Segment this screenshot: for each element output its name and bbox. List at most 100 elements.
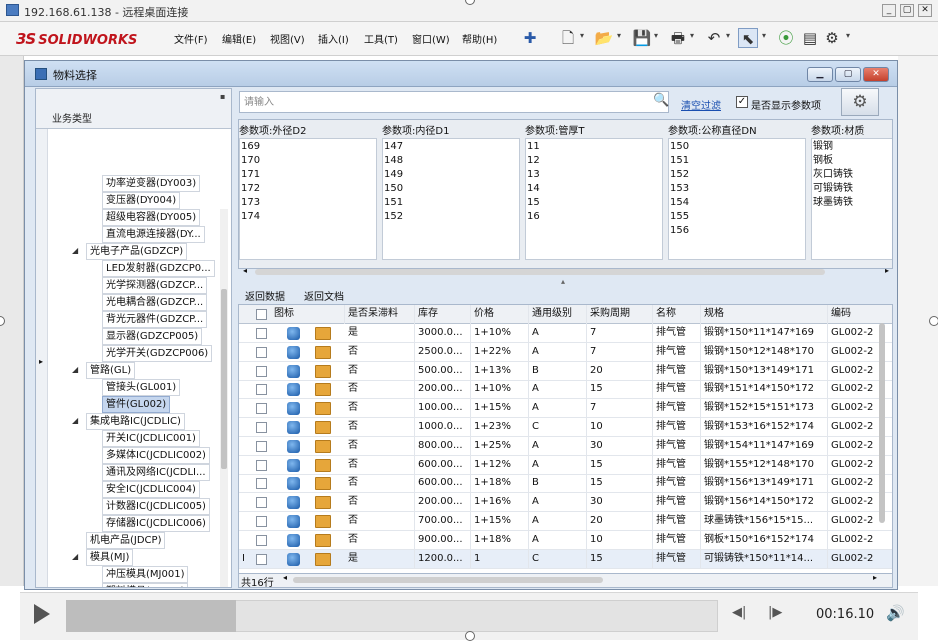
param-value-item[interactable]: 149 bbox=[384, 168, 403, 181]
chevron-down-icon[interactable]: ▾ bbox=[580, 31, 584, 40]
open-folder-icon[interactable]: 📂 bbox=[594, 28, 614, 48]
volume-icon[interactable]: 🔊 bbox=[886, 604, 905, 622]
search-input[interactable] bbox=[242, 94, 642, 110]
tree-node[interactable]: 管件(GL002) bbox=[102, 396, 171, 413]
part-3d-icon[interactable] bbox=[287, 533, 300, 547]
menu-edit[interactable]: 编辑(E) bbox=[222, 31, 256, 46]
menu-tools[interactable]: 工具(T) bbox=[364, 31, 398, 46]
show-params-checkbox[interactable]: ✓ bbox=[736, 96, 748, 108]
tree-node[interactable]: 变压器(DY004) bbox=[102, 192, 181, 209]
row-checkbox[interactable] bbox=[256, 497, 267, 509]
next-frame-icon[interactable]: |▶ bbox=[768, 605, 782, 620]
dialog-minimize-button[interactable]: ▁ bbox=[807, 67, 833, 82]
undo-icon[interactable]: ↶ bbox=[704, 28, 724, 48]
row-checkbox[interactable] bbox=[256, 478, 267, 490]
tree-node[interactable]: 光电子产品(GDZCP) bbox=[86, 243, 188, 260]
table-row[interactable]: I 是 1200.0... 1 C 15 排气管 可锻铸铁*150*11*14... GL002… bbox=[239, 549, 892, 569]
tree-expander-icon[interactable]: ◢ bbox=[72, 416, 78, 425]
column-header[interactable]: 库存 bbox=[415, 305, 471, 324]
dialog-close-button[interactable]: ✕ bbox=[863, 67, 889, 82]
chevron-down-icon[interactable]: ▾ bbox=[762, 31, 766, 40]
menu-insert[interactable]: 插入(I) bbox=[318, 31, 349, 46]
param-value-item[interactable]: 可锻铸铁 bbox=[813, 182, 853, 195]
menu-window[interactable]: 窗口(W) bbox=[412, 31, 450, 46]
param-value-item[interactable]: 150 bbox=[670, 140, 689, 153]
chevron-down-icon[interactable]: ▾ bbox=[654, 31, 658, 40]
resize-handle[interactable] bbox=[929, 316, 938, 326]
param-value-item[interactable]: 171 bbox=[241, 168, 260, 181]
column-header[interactable]: 通用级别 bbox=[529, 305, 587, 324]
param-value-item[interactable]: 12 bbox=[527, 154, 540, 167]
param-value-item[interactable]: 15 bbox=[527, 196, 540, 209]
param-value-item[interactable]: 152 bbox=[384, 210, 403, 223]
scroll-left-icon[interactable]: ◂ bbox=[243, 266, 247, 275]
select-all-checkbox[interactable] bbox=[256, 309, 267, 320]
tree-node[interactable]: 多媒体IC(JCDLIC002) bbox=[102, 447, 210, 464]
tree-node[interactable]: 计数器IC(JCDLIC005) bbox=[102, 498, 210, 515]
search-box[interactable] bbox=[239, 91, 669, 113]
tree-node[interactable]: 模具(MJ) bbox=[86, 549, 134, 566]
part-3d-icon[interactable] bbox=[287, 439, 300, 453]
param-value-item[interactable]: 147 bbox=[384, 140, 403, 153]
row-checkbox[interactable] bbox=[256, 459, 267, 471]
param-value-item[interactable]: 153 bbox=[670, 182, 689, 195]
param-value-item[interactable]: 148 bbox=[384, 154, 403, 167]
previous-frame-icon[interactable]: ◀| bbox=[732, 605, 746, 620]
param-value-item[interactable]: 球墨铸铁 bbox=[813, 196, 853, 209]
part-3d-icon[interactable] bbox=[287, 458, 300, 472]
chevron-down-icon[interactable]: ▾ bbox=[846, 31, 850, 40]
tree-node[interactable]: 直流电源连接器(DY... bbox=[102, 226, 205, 243]
settings-gear-button[interactable]: ⚙ bbox=[841, 88, 879, 116]
tree-node[interactable]: 机电产品(JDCP) bbox=[86, 532, 166, 549]
folder-icon[interactable] bbox=[315, 327, 331, 340]
row-checkbox[interactable] bbox=[256, 384, 267, 396]
tree-node[interactable]: 管路(GL) bbox=[86, 362, 136, 379]
column-header[interactable]: 规格 bbox=[701, 305, 828, 324]
param-value-item[interactable]: 14 bbox=[527, 182, 540, 195]
column-header[interactable]: 编码 bbox=[828, 305, 892, 324]
return-data-link[interactable]: 返回数据 bbox=[245, 288, 285, 303]
chevron-down-icon[interactable]: ▾ bbox=[690, 31, 694, 40]
table-vertical-scrollbar-thumb[interactable] bbox=[879, 323, 885, 523]
table-row[interactable]: 是 3000.0... 1+10% A 7 排气管 锻钢*150*11*147*169 GL0… bbox=[239, 324, 892, 343]
tree-node[interactable]: 显示器(GDZCP005) bbox=[102, 328, 203, 345]
tree-node[interactable]: 冲压模具(MJ001) bbox=[102, 566, 189, 583]
param-value-list[interactable]: 11 12 13 14 15 16 bbox=[525, 138, 663, 260]
part-3d-icon[interactable] bbox=[287, 552, 300, 566]
row-checkbox[interactable] bbox=[256, 422, 267, 433]
param-value-item[interactable]: 152 bbox=[670, 168, 689, 181]
options-gear-icon[interactable]: ⚙ bbox=[822, 28, 842, 48]
part-3d-icon[interactable] bbox=[287, 327, 300, 340]
column-header[interactable]: 采购周期 bbox=[587, 305, 653, 324]
tree-node[interactable]: 集成电路IC(JCDLIC) bbox=[86, 413, 185, 430]
table-row[interactable]: 否 100.00... 1+15% A 7 排气管 锻钢*152*15*151*173 GL0… bbox=[239, 399, 892, 419]
tree-node[interactable]: 背光元器件(GDZCP... bbox=[102, 311, 208, 328]
table-row[interactable]: 否 1000.0... 1+23% C 10 排气管 锻钢*153*16*152*174 GL… bbox=[239, 418, 892, 437]
tree-node[interactable]: 管接头(GL001) bbox=[102, 379, 181, 396]
tree-column-header[interactable]: 业务类型 bbox=[52, 110, 92, 125]
param-value-item[interactable]: 11 bbox=[527, 140, 540, 153]
table-row[interactable]: 否 200.00... 1+16% A 30 排气管 锻钢*156*14*150*172 GL… bbox=[239, 493, 892, 513]
chevron-down-icon[interactable]: ▾ bbox=[617, 31, 621, 40]
splitter-grip[interactable]: ▴ bbox=[561, 277, 565, 286]
restore-button[interactable]: ▢ bbox=[900, 4, 914, 17]
scroll-right-icon[interactable]: ▸ bbox=[885, 266, 889, 275]
table-row[interactable]: 否 800.00... 1+25% A 30 排气管 锻钢*154*11*147*169 GL… bbox=[239, 436, 892, 456]
row-checkbox[interactable] bbox=[256, 553, 267, 565]
scroll-right-icon[interactable]: ▸ bbox=[873, 573, 877, 582]
table-row[interactable]: 否 600.00... 1+18% B 15 排气管 锻钢*156*13*149*171 GL… bbox=[239, 474, 892, 494]
folder-icon[interactable] bbox=[315, 421, 331, 434]
save-icon[interactable]: 💾 bbox=[632, 28, 652, 48]
chevron-down-icon[interactable]: ▾ bbox=[726, 31, 730, 40]
param-horizontal-scrollbar[interactable] bbox=[255, 269, 825, 275]
param-value-item[interactable]: 172 bbox=[241, 182, 260, 195]
play-icon[interactable] bbox=[34, 604, 50, 624]
param-value-item[interactable]: 156 bbox=[670, 224, 689, 237]
folder-icon[interactable] bbox=[315, 458, 331, 472]
tree-expander-icon[interactable]: ◢ bbox=[72, 365, 78, 374]
param-value-item[interactable]: 16 bbox=[527, 210, 540, 223]
param-value-item[interactable]: 钢板 bbox=[813, 154, 833, 167]
part-3d-icon[interactable] bbox=[287, 364, 300, 378]
table-row[interactable]: 否 200.00... 1+10% A 15 排气管 锻钢*151*14*150*172 GL… bbox=[239, 380, 892, 400]
param-value-item[interactable]: 173 bbox=[241, 196, 260, 209]
